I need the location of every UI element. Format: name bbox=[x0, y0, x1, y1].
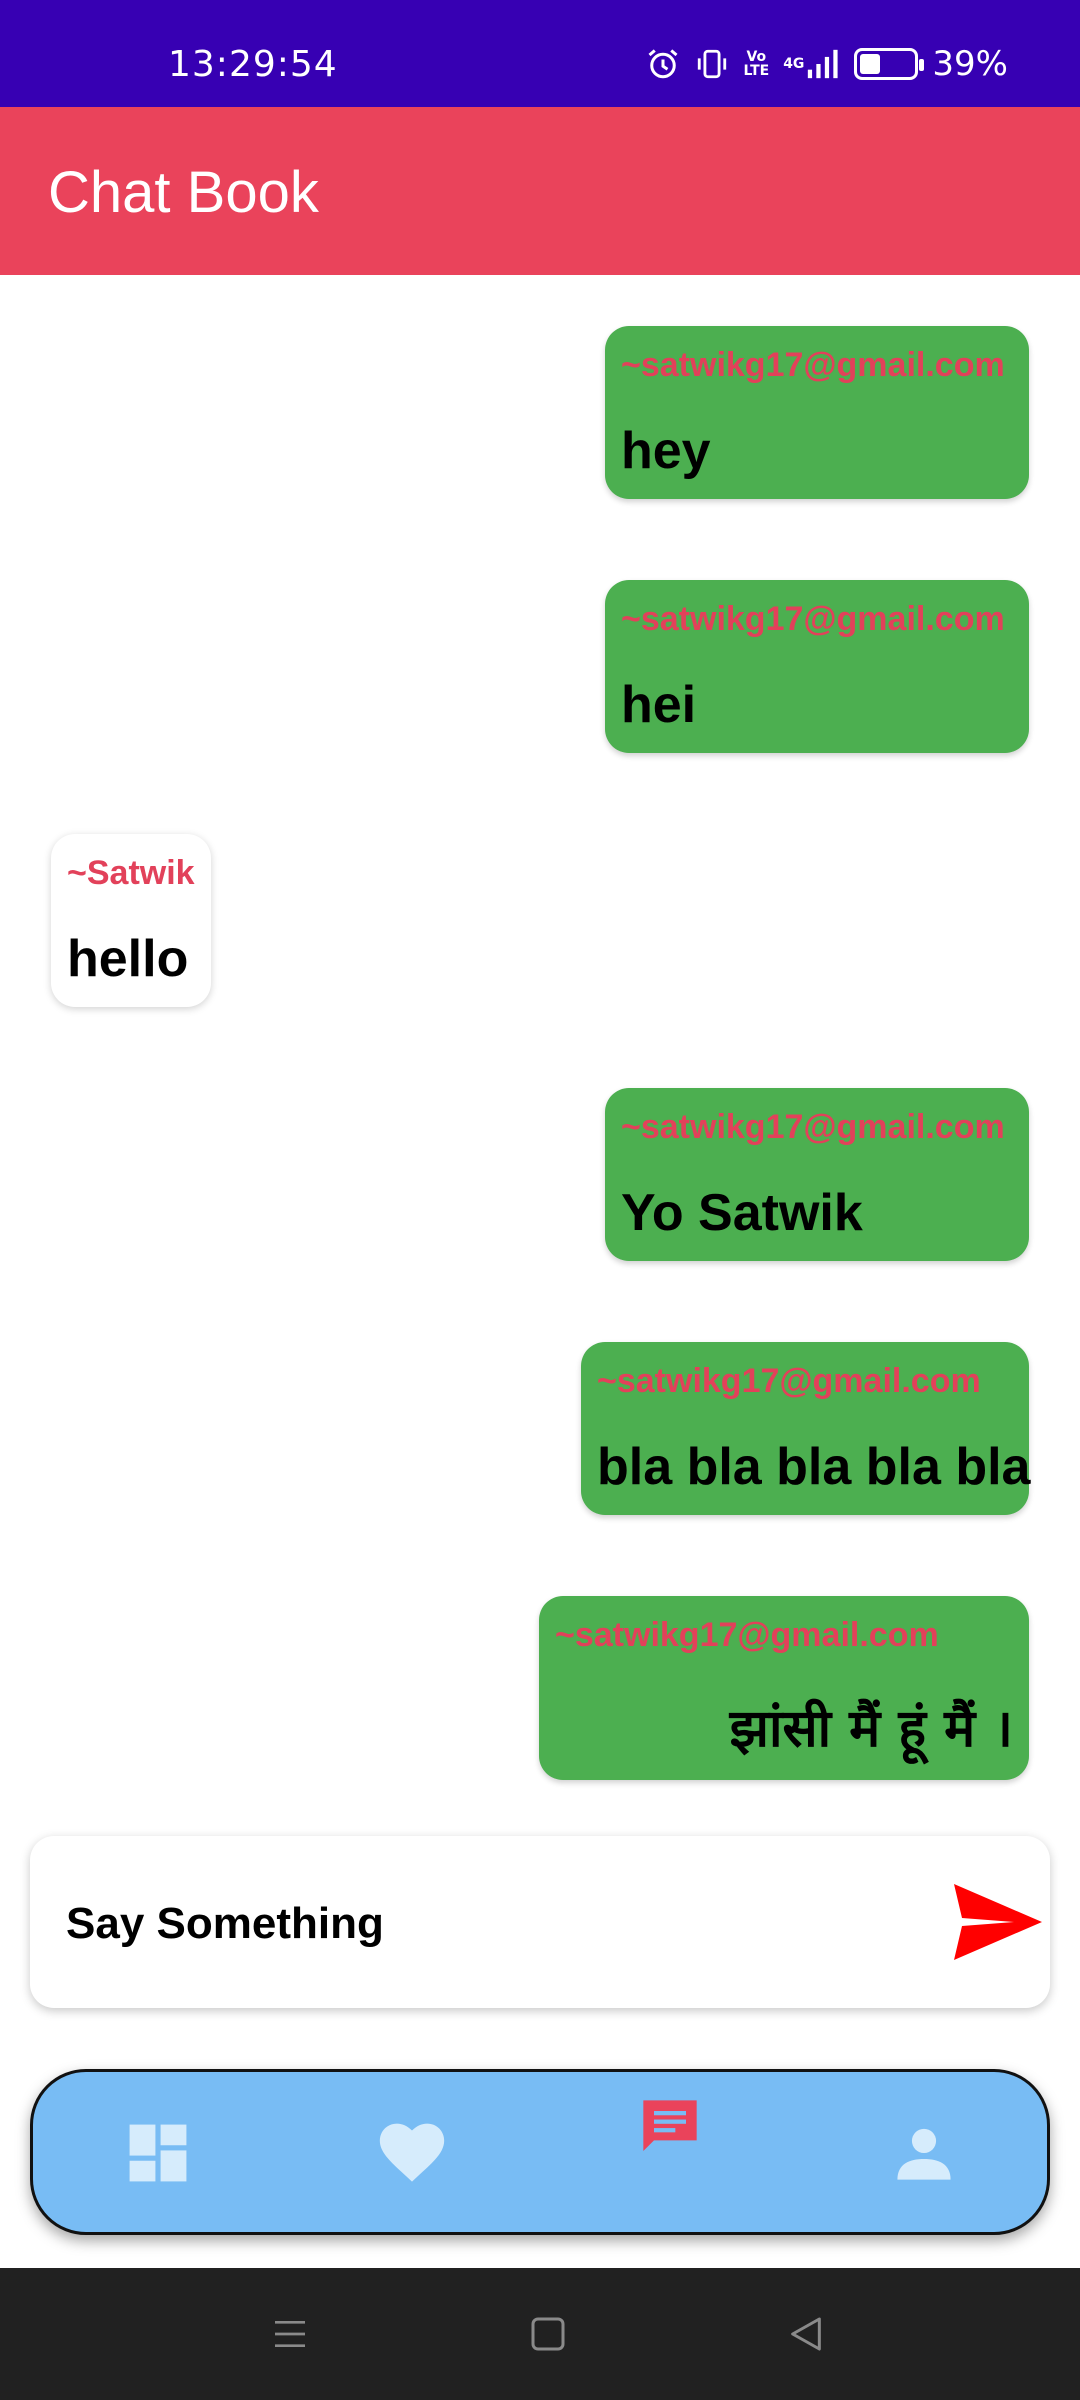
message-sender: ~satwikg17@gmail.com bbox=[597, 1362, 981, 1400]
volte-icon: Vo LTE bbox=[743, 50, 769, 78]
message-bubble[interactable]: ~satwikg17@gmail.com झांसी मैं हूं मैं । bbox=[539, 1596, 1029, 1780]
vibrate-icon bbox=[695, 47, 729, 81]
message-text: hello bbox=[67, 930, 189, 988]
message-bubble[interactable]: ~satwikg17@gmail.com bla bla bla bla bla bbox=[581, 1342, 1031, 1515]
alarm-icon bbox=[645, 46, 681, 82]
message-bubble[interactable]: ~satwikg17@gmail.com hey bbox=[605, 326, 1029, 499]
message-text: bla bla bla bla bla bbox=[597, 1438, 1031, 1496]
message-sender: ~satwikg17@gmail.com bbox=[621, 1108, 1005, 1146]
status-time: 13:29:54 bbox=[168, 44, 338, 85]
network-type: 4G bbox=[783, 56, 805, 72]
home-icon bbox=[531, 2317, 565, 2351]
battery-icon bbox=[854, 48, 925, 80]
message-composer bbox=[30, 1836, 1050, 2008]
nav-favorites[interactable] bbox=[377, 2118, 447, 2188]
app-title: Chat Book bbox=[48, 160, 319, 225]
app-bar: Chat Book bbox=[0, 107, 1080, 275]
nav-chat[interactable] bbox=[635, 2092, 705, 2162]
message-bubble[interactable]: ~satwikg17@gmail.com Yo Satwik bbox=[605, 1088, 1029, 1261]
nav-profile[interactable] bbox=[889, 2118, 959, 2188]
status-bar: 13:29:54 Vo LTE 4G 39% bbox=[0, 0, 1080, 107]
message-sender: ~Satwik bbox=[67, 854, 195, 892]
dashboard-icon bbox=[129, 2124, 187, 2182]
battery-fill bbox=[860, 54, 881, 74]
nav-dashboard[interactable] bbox=[123, 2118, 193, 2188]
send-button[interactable] bbox=[952, 1882, 1044, 1962]
message-list[interactable]: ~satwikg17@gmail.com hey ~satwikg17@gmai… bbox=[0, 275, 1080, 1815]
message-text: Yo Satwik bbox=[621, 1184, 863, 1242]
back-button[interactable] bbox=[776, 2308, 836, 2360]
person-icon bbox=[897, 2128, 951, 2180]
back-icon bbox=[791, 2317, 821, 2351]
chat-icon bbox=[643, 2100, 697, 2151]
message-sender: ~satwikg17@gmail.com bbox=[621, 346, 1005, 384]
volte-bottom-label: LTE bbox=[743, 63, 770, 79]
message-sender: ~satwikg17@gmail.com bbox=[621, 600, 1005, 638]
message-input[interactable] bbox=[66, 1894, 926, 1954]
menu-icon bbox=[275, 2321, 305, 2347]
send-icon bbox=[954, 1884, 1042, 1960]
message-text: झांसी मैं हूं मैं । bbox=[729, 1699, 1013, 1759]
bottom-navigation bbox=[30, 2069, 1050, 2235]
message-bubble[interactable]: ~satwikg17@gmail.com hei bbox=[605, 580, 1029, 753]
message-bubble[interactable]: ~Satwik hello bbox=[51, 834, 211, 1007]
home-button[interactable] bbox=[518, 2308, 578, 2360]
menu-button[interactable] bbox=[260, 2308, 320, 2360]
battery-percent: 39% bbox=[932, 44, 1008, 84]
system-navigation-bar bbox=[0, 2268, 1080, 2400]
message-sender: ~satwikg17@gmail.com bbox=[555, 1616, 939, 1654]
message-text: hei bbox=[621, 676, 697, 734]
message-text: hey bbox=[621, 422, 711, 480]
status-icons: Vo LTE 4G 39% bbox=[645, 44, 1008, 84]
signal-icon: 4G bbox=[783, 47, 840, 81]
heart-icon bbox=[379, 2123, 445, 2182]
